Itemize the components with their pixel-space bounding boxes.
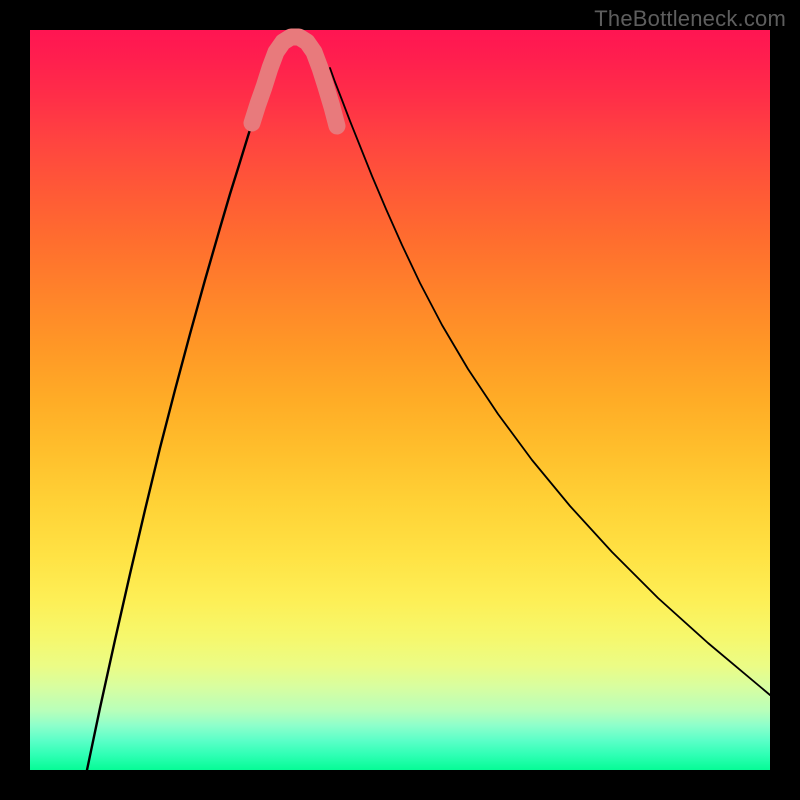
curve-left-branch <box>87 68 270 770</box>
curves-layer <box>30 30 770 770</box>
curve-u-highlight <box>252 37 337 126</box>
watermark-label: TheBottleneck.com <box>594 6 786 32</box>
curve-right-branch <box>330 68 770 695</box>
chart-frame: TheBottleneck.com <box>0 0 800 800</box>
plot-area <box>30 30 770 770</box>
